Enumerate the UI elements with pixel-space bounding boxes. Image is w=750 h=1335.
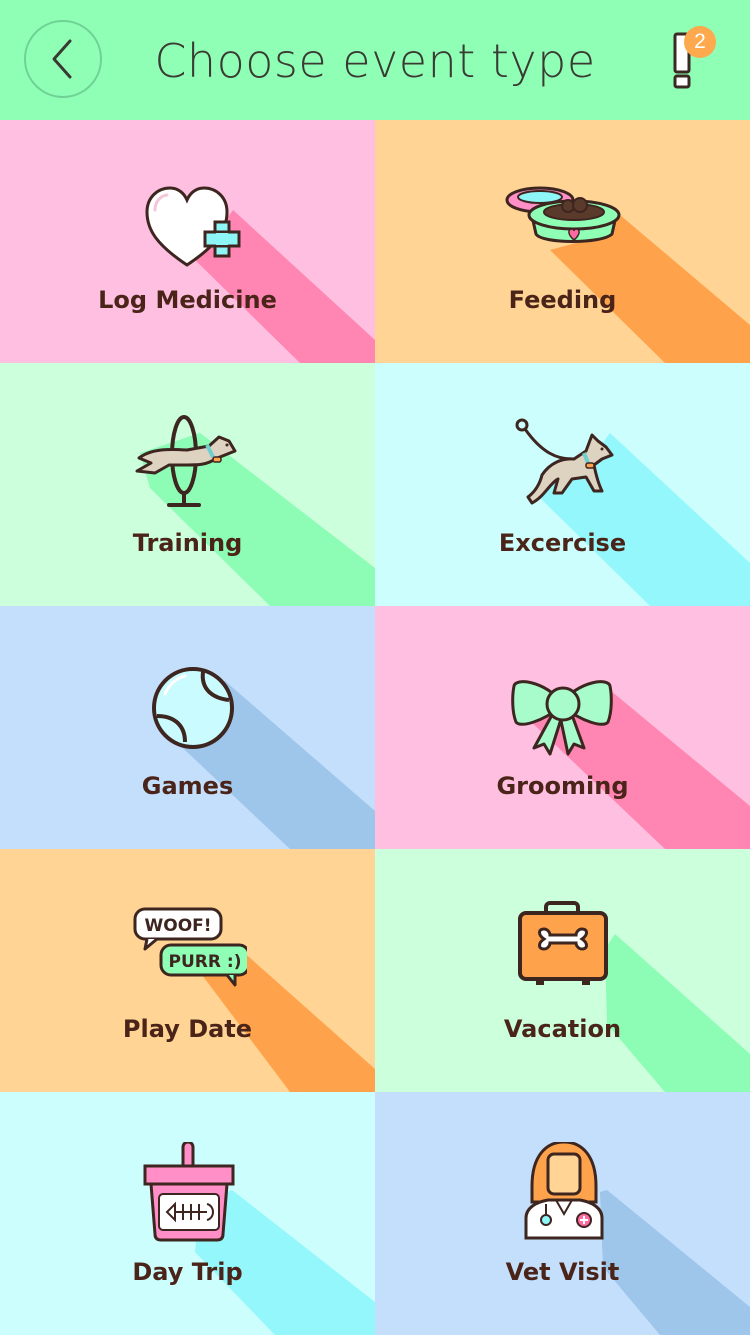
suitcase-bone-icon [518, 901, 608, 985]
tile-label: Grooming [496, 772, 629, 800]
header-bar: Choose event type 2 [0, 0, 750, 120]
bubble-purr-text: PURR :) [169, 952, 242, 972]
tile-label: Log Medicine [98, 286, 277, 314]
tile-grooming[interactable]: Grooming [375, 606, 750, 849]
food-bowls-icon [505, 186, 621, 243]
event-type-grid: Log Medicine Feeding Training Excercise … [0, 120, 750, 1335]
back-button[interactable] [24, 20, 102, 98]
vet-doctor-icon [524, 1142, 604, 1240]
tile-label: Feeding [508, 286, 617, 314]
tile-feeding[interactable]: Feeding [375, 120, 750, 363]
chevron-left-icon [52, 39, 72, 79]
tile-label: Vet Visit [505, 1258, 620, 1286]
speech-bubbles-icon: WOOF! PURR :) [133, 907, 247, 987]
heart-plus-icon [145, 186, 241, 267]
tile-label: Play Date [122, 1015, 253, 1043]
notification-badge: 2 [684, 26, 716, 58]
tile-label: Training [132, 529, 243, 557]
tile-day-trip[interactable]: Day Trip [0, 1092, 375, 1335]
fish-basket-icon [143, 1142, 235, 1242]
tile-vacation[interactable]: Vacation [375, 849, 750, 1092]
dog-hoop-jump-icon [135, 415, 237, 507]
tile-training[interactable]: Training [0, 363, 375, 606]
tennis-ball-icon [152, 667, 234, 749]
tile-games[interactable]: Games [0, 606, 375, 849]
tile-label: Vacation [503, 1015, 622, 1043]
dog-on-leash-icon [515, 418, 614, 505]
bubble-woof-text: WOOF! [144, 916, 211, 936]
tile-label: Day Trip [132, 1258, 243, 1286]
tile-vet-visit[interactable]: Vet Visit [375, 1092, 750, 1335]
tile-label: Games [141, 772, 234, 800]
bow-ribbon-icon [511, 680, 613, 756]
page-title: Choose event type [154, 34, 596, 88]
tile-excercise[interactable]: Excercise [375, 363, 750, 606]
tile-label: Excercise [498, 529, 627, 557]
notifications-button[interactable]: 2 [662, 24, 732, 94]
tile-log-medicine[interactable]: Log Medicine [0, 120, 375, 363]
tile-play-date[interactable]: WOOF! PURR :) Play Date [0, 849, 375, 1092]
